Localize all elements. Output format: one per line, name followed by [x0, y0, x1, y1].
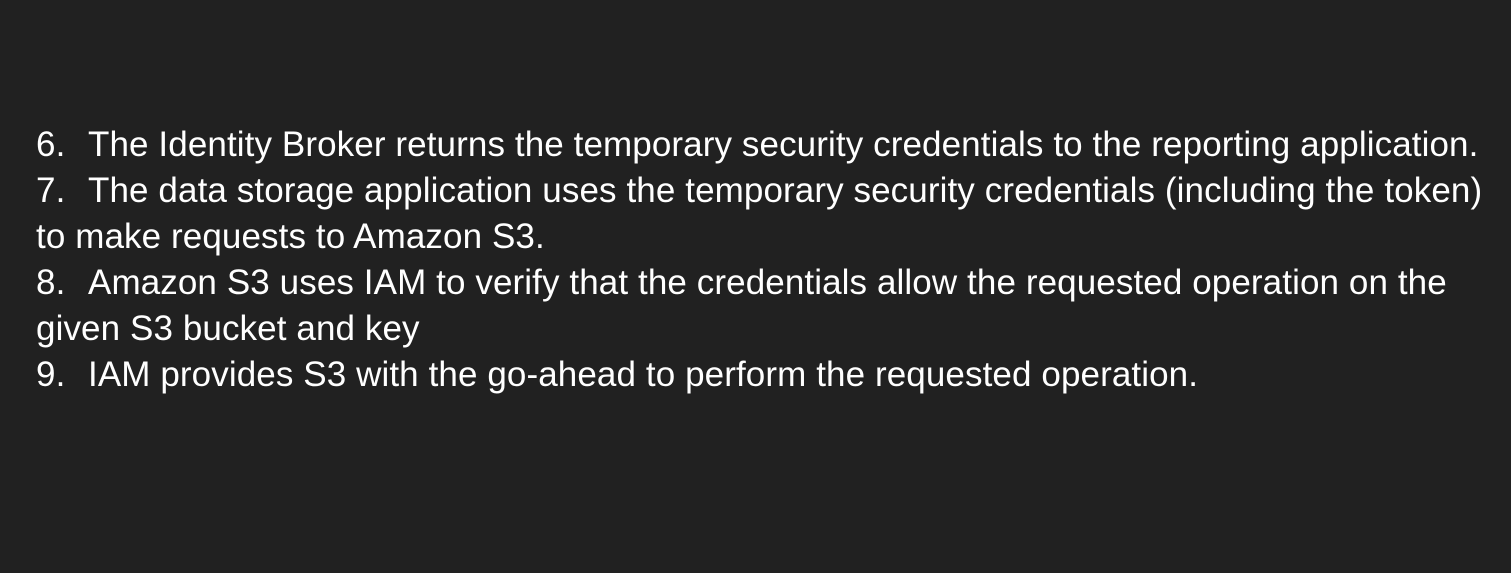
step-text: IAM provides S3 with the go-ahead to per… [88, 355, 1199, 394]
step-9: 9. IAM provides S3 with the go-ahead to p… [36, 352, 1486, 398]
step-7: 7. The data storage application uses the … [36, 168, 1486, 260]
step-number: 8. [36, 263, 66, 302]
step-number: 7. [36, 171, 66, 210]
step-number: 9. [36, 355, 66, 394]
step-text: The Identity Broker returns the temporar… [88, 125, 1479, 164]
step-8: 8. Amazon S3 uses IAM to verify that the … [36, 260, 1486, 352]
step-number: 6. [36, 125, 66, 164]
step-text: Amazon S3 uses IAM to verify that the cr… [36, 263, 1447, 348]
step-text: The data storage application uses the te… [36, 171, 1483, 256]
steps-list: 6. The Identity Broker returns the tempor… [36, 122, 1486, 398]
step-6: 6. The Identity Broker returns the tempor… [36, 122, 1486, 168]
